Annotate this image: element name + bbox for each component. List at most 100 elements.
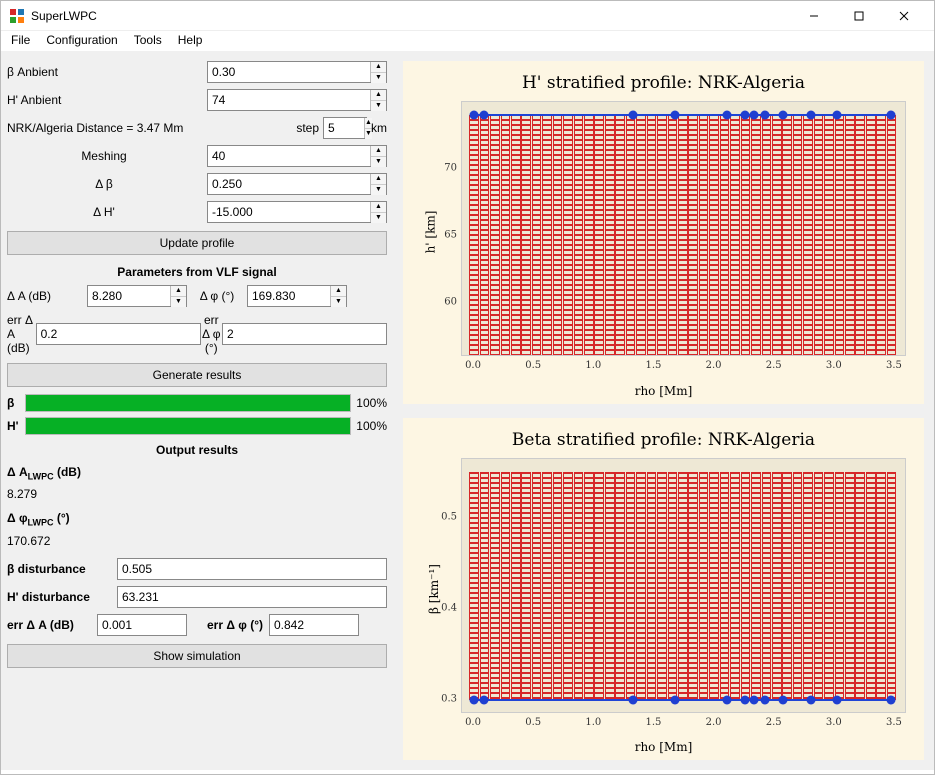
beta-ambient-input[interactable] xyxy=(208,62,370,82)
x-tick: 1.5 xyxy=(645,360,661,371)
spin-up-icon[interactable]: ▲ xyxy=(171,286,186,297)
meshing-spin[interactable]: ▲▼ xyxy=(207,145,387,167)
dbeta-input[interactable] xyxy=(208,174,370,194)
h-ambient-label: H' Anbient xyxy=(7,93,207,107)
vlf-dphi-spin[interactable]: ▲▼ xyxy=(247,285,347,307)
y-tick: 0.3 xyxy=(441,693,457,704)
dh-input[interactable] xyxy=(208,202,370,222)
out-dA-lwpc-label: Δ ALWPC (dB) xyxy=(7,465,387,481)
x-tick: 2.5 xyxy=(766,717,782,728)
vlf-dA-label: Δ A (dB) xyxy=(7,289,87,303)
spin-up-icon[interactable]: ▲ xyxy=(331,286,346,297)
spin-up-icon[interactable]: ▲ xyxy=(371,62,386,73)
x-tick: 0.5 xyxy=(525,360,541,371)
spin-down-icon[interactable]: ▼ xyxy=(371,101,386,111)
y-tick: 65 xyxy=(444,230,457,241)
vlf-dA-input[interactable] xyxy=(88,286,170,306)
meshing-label: Meshing xyxy=(7,149,207,163)
out-err-dphi-input[interactable] xyxy=(269,614,359,636)
vlf-dA-spin[interactable]: ▲▼ xyxy=(87,285,187,307)
dbeta-spin[interactable]: ▲▼ xyxy=(207,173,387,195)
y-tick: 60 xyxy=(444,297,457,308)
beta-ambient-label: β Anbient xyxy=(7,65,207,79)
step-label: step xyxy=(296,121,319,135)
spin-down-icon[interactable]: ▼ xyxy=(171,297,186,307)
chart-xlabel: rho [Mm] xyxy=(403,740,924,754)
h-ambient-spin[interactable]: ▲▼ xyxy=(207,89,387,111)
h-ambient-input[interactable] xyxy=(208,90,370,110)
h-dist-input[interactable] xyxy=(117,586,387,608)
output-section-title: Output results xyxy=(7,443,387,457)
x-tick: 3.5 xyxy=(886,717,902,728)
spin-up-icon[interactable]: ▲ xyxy=(371,174,386,185)
vlf-err-dA-input[interactable] xyxy=(36,323,201,345)
spin-down-icon[interactable]: ▼ xyxy=(371,157,386,167)
vlf-dphi-input[interactable] xyxy=(248,286,330,306)
spin-down-icon[interactable]: ▼ xyxy=(371,213,386,223)
close-button[interactable] xyxy=(881,2,926,30)
left-panel: β Anbient ▲▼ H' Anbient ▲▼ NRK/Algeria D… xyxy=(1,51,393,770)
vlf-err-dphi-input[interactable] xyxy=(222,323,387,345)
titlebar: SuperLWPC xyxy=(1,1,934,31)
plot-area xyxy=(461,101,906,356)
step-spin[interactable]: ▲▼ xyxy=(323,117,367,139)
chart-ylabel: h' [km] xyxy=(423,211,437,254)
h-dist-label: H' disturbance xyxy=(7,590,117,604)
vlf-section-title: Parameters from VLF signal xyxy=(7,265,387,279)
chart-xlabel: rho [Mm] xyxy=(403,384,924,398)
spin-down-icon[interactable]: ▼ xyxy=(331,297,346,307)
x-tick: 2.0 xyxy=(706,717,722,728)
out-dphi-lwpc-label: Δ φLWPC (°) xyxy=(7,511,387,527)
dh-label: Δ H' xyxy=(7,205,207,219)
beta-dist-input[interactable] xyxy=(117,558,387,580)
x-tick: 2.0 xyxy=(706,360,722,371)
x-tick: 3.5 xyxy=(886,360,902,371)
spin-down-icon[interactable]: ▼ xyxy=(371,185,386,195)
menu-help[interactable]: Help xyxy=(178,33,203,47)
chart-title: H' stratified profile: NRK-Algeria xyxy=(403,61,924,93)
minimize-button[interactable] xyxy=(791,2,836,30)
plot-area xyxy=(461,458,906,713)
spin-up-icon[interactable]: ▲ xyxy=(371,146,386,157)
x-tick: 1.0 xyxy=(585,360,601,371)
x-tick: 0.5 xyxy=(525,717,541,728)
step-unit: km xyxy=(371,121,387,135)
menu-tools[interactable]: Tools xyxy=(134,33,162,47)
x-tick: 1.0 xyxy=(585,717,601,728)
out-err-dphi-label: err Δ φ (°) xyxy=(187,618,269,632)
out-err-dA-label: err Δ A (dB) xyxy=(7,618,97,632)
vlf-dphi-label: Δ φ (°) xyxy=(187,289,247,303)
y-tick: 0.5 xyxy=(441,511,457,522)
y-tick: 70 xyxy=(444,163,457,174)
right-panel: H' stratified profile: NRK-Algeria 0.0 0.5… xyxy=(393,51,934,770)
x-tick: 3.0 xyxy=(826,717,842,728)
spin-up-icon[interactable]: ▲ xyxy=(371,90,386,101)
beta-dist-label: β disturbance xyxy=(7,562,117,576)
vlf-err-dphi-label: err Δ φ (°) xyxy=(201,313,222,355)
beta-ambient-spin[interactable]: ▲▼ xyxy=(207,61,387,83)
prog-beta-label: β xyxy=(7,396,25,410)
spin-up-icon[interactable]: ▲ xyxy=(371,202,386,213)
maximize-button[interactable] xyxy=(836,2,881,30)
dbeta-label: Δ β xyxy=(7,177,207,191)
y-tick: 0.4 xyxy=(441,602,457,613)
step-input[interactable] xyxy=(324,118,364,138)
out-dA-lwpc-value: 8.279 xyxy=(7,487,387,501)
menu-file[interactable]: File xyxy=(11,33,30,47)
out-dphi-lwpc-value: 170.672 xyxy=(7,534,387,548)
prog-beta-bar xyxy=(25,394,351,412)
distance-label: NRK/Algeria Distance = 3.47 Mm xyxy=(7,121,296,135)
update-profile-button[interactable]: Update profile xyxy=(7,231,387,255)
out-err-dA-input[interactable] xyxy=(97,614,187,636)
prog-h-label: H' xyxy=(7,419,25,433)
menubar: File Configuration Tools Help xyxy=(1,31,934,51)
generate-results-button[interactable]: Generate results xyxy=(7,363,387,387)
show-simulation-button[interactable]: Show simulation xyxy=(7,644,387,668)
chart-ylabel: β [km⁻¹] xyxy=(427,564,441,614)
meshing-input[interactable] xyxy=(208,146,370,166)
menu-configuration[interactable]: Configuration xyxy=(46,33,117,47)
dh-spin[interactable]: ▲▼ xyxy=(207,201,387,223)
chart-beta-profile: Beta stratified profile: NRK-Algeria0.00… xyxy=(403,418,924,761)
x-tick: 0.0 xyxy=(465,717,481,728)
spin-down-icon[interactable]: ▼ xyxy=(371,73,386,83)
